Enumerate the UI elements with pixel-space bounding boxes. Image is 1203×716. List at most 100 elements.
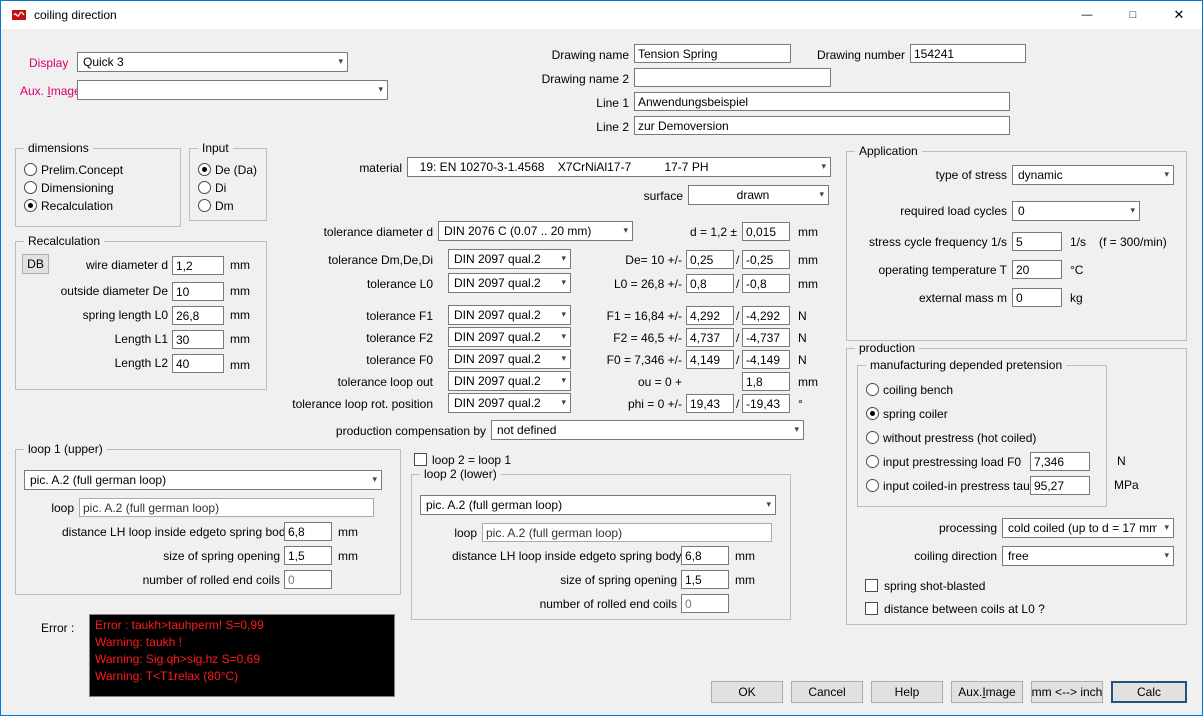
- tolerance-loop-out-formula: ou = 0 +: [561, 375, 682, 389]
- load-cycles-select[interactable]: 0 ▾: [1012, 201, 1140, 221]
- tolerance-f2-select[interactable]: DIN 2097 qual.2 ▾: [448, 327, 571, 347]
- chevron-down-icon: ▾: [821, 161, 826, 172]
- radio-coiling-bench[interactable]: [866, 383, 879, 396]
- coiling-direction-select[interactable]: free ▾: [1002, 546, 1174, 566]
- loop2-distance-input[interactable]: [681, 546, 729, 565]
- tolerance-dm-plus-input[interactable]: [686, 250, 734, 269]
- tolerance-dm-minus-input[interactable]: [742, 250, 790, 269]
- frequency-input[interactable]: [1012, 232, 1062, 251]
- radio-de-da-label[interactable]: De (Da): [215, 163, 257, 177]
- radio-recalculation[interactable]: [24, 199, 37, 212]
- calc-button[interactable]: Calc: [1111, 681, 1187, 703]
- help-button[interactable]: Help: [871, 681, 943, 703]
- radio-spring-coiler[interactable]: [866, 407, 879, 420]
- wire-diameter-label: wire diameter d: [46, 258, 168, 272]
- radio-di-label[interactable]: Di: [215, 181, 226, 195]
- loop1-opening-input[interactable]: [284, 546, 332, 565]
- tolerance-f1-minus-input[interactable]: [742, 306, 790, 325]
- line2-label: Line 2: [569, 120, 629, 134]
- radio-prelim-concept[interactable]: [24, 163, 37, 176]
- tolerance-loop-rot-minus-input[interactable]: [742, 394, 790, 413]
- line1-input[interactable]: [634, 92, 1010, 111]
- radio-spring-coiler-label[interactable]: spring coiler: [883, 407, 948, 421]
- title-bar[interactable]: coiling direction — □ ✕: [1, 1, 1202, 29]
- close-button[interactable]: ✕: [1156, 1, 1202, 29]
- db-button[interactable]: DB: [22, 254, 49, 274]
- tolerance-f0-plus-input[interactable]: [686, 350, 734, 369]
- drawing-name2-input[interactable]: [634, 68, 831, 87]
- radio-de-da[interactable]: [198, 163, 211, 176]
- tolerance-loop-out-input[interactable]: [742, 372, 790, 391]
- tolerance-l0-minus-input[interactable]: [742, 274, 790, 293]
- surface-select[interactable]: drawn ▾: [688, 185, 829, 205]
- loop2-same-checkbox[interactable]: [414, 453, 427, 466]
- radio-without-prestress-label[interactable]: without prestress (hot coiled): [883, 431, 1036, 445]
- material-select[interactable]: 19: EN 10270-3-1.4568 X7CrNiAl17-7 17-7 …: [407, 157, 831, 177]
- tolerance-loop-rot-plus-input[interactable]: [686, 394, 734, 413]
- loop1-distance-input[interactable]: [284, 522, 332, 541]
- aux-image-button[interactable]: Aux. Image: [951, 681, 1023, 703]
- radio-prelim-concept-label[interactable]: Prelim.Concept: [41, 163, 123, 177]
- wire-diameter-input[interactable]: [172, 256, 224, 275]
- line2-input[interactable]: [634, 116, 1010, 135]
- tolerance-f1-select[interactable]: DIN 2097 qual.2 ▾: [448, 305, 571, 325]
- distance-coils-label[interactable]: distance between coils at L0 ?: [884, 602, 1045, 616]
- radio-input-prestress-load-label[interactable]: input prestressing load F0: [883, 455, 1021, 469]
- distance-coils-checkbox[interactable]: [865, 602, 878, 615]
- window-title: coiling direction: [34, 8, 117, 22]
- tolerance-f0-select[interactable]: DIN 2097 qual.2 ▾: [448, 349, 571, 369]
- radio-input-coiled-prestress-label[interactable]: input coiled-in prestress tau0: [883, 479, 1036, 493]
- mass-input[interactable]: [1012, 288, 1062, 307]
- tolerance-l0-plus-input[interactable]: [686, 274, 734, 293]
- tolerance-dm-select[interactable]: DIN 2097 qual.2 ▾: [448, 249, 571, 269]
- tolerance-f2-minus-input[interactable]: [742, 328, 790, 347]
- radio-recalculation-label[interactable]: Recalculation: [41, 199, 113, 213]
- radio-di[interactable]: [198, 181, 211, 194]
- tolerance-f0-minus-input[interactable]: [742, 350, 790, 369]
- radio-dm-label[interactable]: Dm: [215, 199, 234, 213]
- selected-value: DIN 2097 qual.2: [454, 330, 541, 344]
- shot-blasted-checkbox[interactable]: [865, 579, 878, 592]
- production-compensation-select[interactable]: not defined ▾: [491, 420, 804, 440]
- processing-select[interactable]: cold coiled (up to d = 17 mm) ▾: [1002, 518, 1174, 538]
- mm-inch-button[interactable]: mm <--> inch: [1031, 681, 1103, 703]
- radio-dimensioning[interactable]: [24, 181, 37, 194]
- minimize-button[interactable]: —: [1064, 1, 1110, 29]
- tolerance-f1-unit: N: [798, 309, 807, 323]
- ok-button[interactable]: OK: [711, 681, 783, 703]
- radio-coiling-bench-label[interactable]: coiling bench: [883, 383, 953, 397]
- coiled-prestress-unit: MPa: [1114, 478, 1139, 492]
- type-of-stress-select[interactable]: dynamic ▾: [1012, 165, 1174, 185]
- tolerance-diameter-value-input[interactable]: [742, 222, 790, 241]
- radio-without-prestress[interactable]: [866, 431, 879, 444]
- cancel-button[interactable]: Cancel: [791, 681, 863, 703]
- drawing-number-input[interactable]: [910, 44, 1026, 63]
- loop2-opening-input[interactable]: [681, 570, 729, 589]
- drawing-name-input[interactable]: [634, 44, 791, 63]
- length-l1-input[interactable]: [172, 330, 224, 349]
- prestress-load-input[interactable]: [1030, 452, 1090, 471]
- tolerance-f1-plus-input[interactable]: [686, 306, 734, 325]
- radio-input-prestress-load[interactable]: [866, 455, 879, 468]
- radio-dm[interactable]: [198, 199, 211, 212]
- length-l2-input[interactable]: [172, 354, 224, 373]
- loop2-same-label[interactable]: loop 2 = loop 1: [432, 453, 511, 467]
- tolerance-loop-out-select[interactable]: DIN 2097 qual.2 ▾: [448, 371, 571, 391]
- tolerance-f2-plus-input[interactable]: [686, 328, 734, 347]
- tolerance-loop-rot-select[interactable]: DIN 2097 qual.2 ▾: [448, 393, 571, 413]
- coiled-prestress-input[interactable]: [1030, 476, 1090, 495]
- prestress-load-unit: N: [1117, 454, 1126, 468]
- radio-dimensioning-label[interactable]: Dimensioning: [41, 181, 114, 195]
- aux-image-select[interactable]: ▾: [77, 80, 388, 100]
- temperature-input[interactable]: [1012, 260, 1062, 279]
- maximize-button[interactable]: □: [1110, 1, 1156, 29]
- outside-diameter-input[interactable]: [172, 282, 224, 301]
- spring-length-l0-input[interactable]: [172, 306, 224, 325]
- mass-unit: kg: [1070, 291, 1083, 305]
- display-select[interactable]: Quick 3 ▾: [77, 52, 348, 72]
- radio-input-coiled-prestress[interactable]: [866, 479, 879, 492]
- loop2-type-select[interactable]: pic. A.2 (full german loop) ▾: [420, 495, 776, 515]
- tolerance-l0-select[interactable]: DIN 2097 qual.2 ▾: [448, 273, 571, 293]
- loop1-type-select[interactable]: pic. A.2 (full german loop) ▾: [24, 470, 382, 490]
- shot-blasted-label[interactable]: spring shot-blasted: [884, 579, 985, 593]
